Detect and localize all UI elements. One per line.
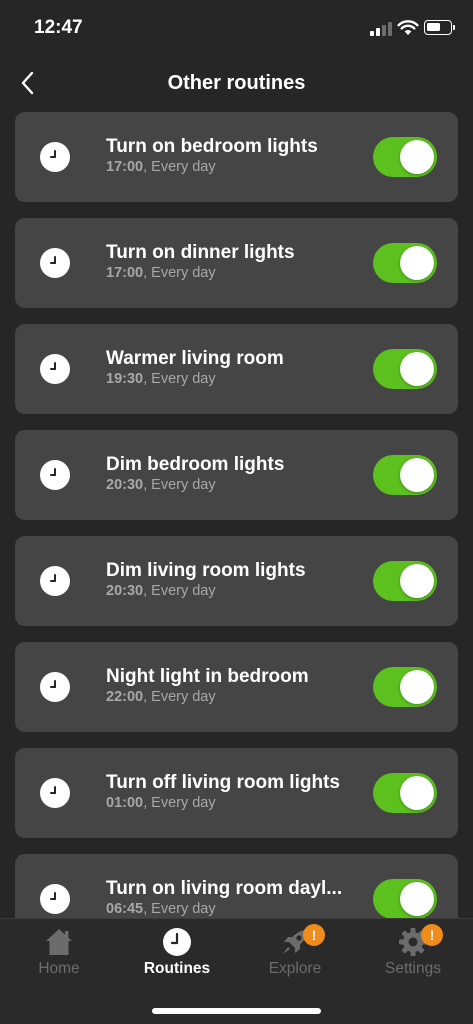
routine-time: 01:00: [106, 795, 144, 811]
tab-label: Explore: [268, 960, 322, 977]
navigation-bar: Other routines: [0, 56, 473, 112]
routine-toggle[interactable]: [373, 455, 437, 495]
routine-name: Turn on bedroom lights: [106, 136, 318, 157]
routine-card[interactable]: Turn on dinner lights 17:00, Every day: [15, 218, 458, 308]
routine-card[interactable]: Dim living room lights 20:30, Every day: [15, 536, 458, 626]
routine-toggle[interactable]: [373, 773, 437, 813]
clock-icon: [40, 354, 70, 384]
page-title: Other routines: [167, 72, 306, 94]
status-time: 12:47: [34, 17, 83, 38]
home-indicator[interactable]: [152, 1008, 321, 1014]
routine-card[interactable]: Dim bedroom lights 20:30, Every day: [15, 430, 458, 520]
routine-time: 17:00: [106, 159, 144, 175]
routine-schedule: 06:45, Every day: [106, 901, 216, 917]
routine-card[interactable]: Turn on living room dayl... 06:45, Every…: [15, 854, 458, 918]
clock-icon: [40, 884, 70, 914]
battery-icon: [424, 20, 455, 35]
routine-repeat: , Every day: [143, 901, 216, 917]
tab-label: Routines: [143, 960, 211, 977]
routine-time: 20:30: [106, 583, 144, 599]
routine-repeat: , Every day: [143, 689, 216, 705]
routine-repeat: , Every day: [143, 159, 216, 175]
routine-schedule: 20:30, Every day: [106, 583, 216, 599]
routine-repeat: , Every day: [143, 477, 216, 493]
routine-toggle[interactable]: [373, 349, 437, 389]
routine-time: 19:30: [106, 371, 144, 387]
notification-badge: !: [421, 924, 443, 946]
tab-routines[interactable]: Routines: [118, 919, 236, 989]
routine-time: 22:00: [106, 689, 144, 705]
clock-icon: [40, 248, 70, 278]
routine-toggle[interactable]: [373, 561, 437, 601]
routine-repeat: , Every day: [143, 265, 216, 281]
toggle-knob: [400, 776, 434, 810]
tab-explore[interactable]: ! Explore: [236, 919, 354, 989]
routine-schedule: 22:00, Every day: [106, 689, 216, 705]
routine-name: Dim bedroom lights: [106, 454, 285, 475]
clock-icon: [40, 142, 70, 172]
routine-card[interactable]: Warmer living room 19:30, Every day: [15, 324, 458, 414]
routine-name: Turn off living room lights: [106, 772, 340, 793]
toggle-knob: [400, 564, 434, 598]
clock-icon: [40, 672, 70, 702]
routine-toggle[interactable]: [373, 879, 437, 918]
routine-toggle[interactable]: [373, 667, 437, 707]
routine-name: Turn on living room dayl...: [106, 878, 343, 899]
routine-time: 06:45: [106, 901, 144, 917]
home-icon: [46, 929, 72, 955]
routine-schedule: 20:30, Every day: [106, 477, 216, 493]
cellular-signal-icon: [370, 22, 392, 36]
routine-name: Turn on dinner lights: [106, 242, 295, 263]
routine-card[interactable]: Night light in bedroom 22:00, Every day: [15, 642, 458, 732]
toggle-knob: [400, 246, 434, 280]
tab-label: Settings: [384, 960, 441, 977]
routine-repeat: , Every day: [143, 371, 216, 387]
routine-schedule: 19:30, Every day: [106, 371, 216, 387]
toggle-knob: [400, 352, 434, 386]
routine-schedule: 17:00, Every day: [106, 265, 216, 281]
routine-repeat: , Every day: [143, 795, 216, 811]
tab-settings[interactable]: ! Settings: [354, 919, 472, 989]
toggle-knob: [400, 140, 434, 174]
routine-schedule: 17:00, Every day: [106, 159, 216, 175]
routine-name: Warmer living room: [106, 348, 284, 369]
routine-schedule: 01:00, Every day: [106, 795, 216, 811]
routine-toggle[interactable]: [373, 137, 437, 177]
routine-toggle[interactable]: [373, 243, 437, 283]
routine-name: Dim living room lights: [106, 560, 306, 581]
tab-home[interactable]: Home: [0, 919, 118, 989]
notification-badge: !: [303, 924, 325, 946]
toggle-knob: [400, 458, 434, 492]
routine-time: 20:30: [106, 477, 144, 493]
clock-icon: [163, 928, 191, 956]
routine-name: Night light in bedroom: [106, 666, 309, 687]
routine-list[interactable]: Turn on bedroom lights 17:00, Every day …: [0, 112, 473, 918]
clock-icon: [40, 460, 70, 490]
toggle-knob: [400, 670, 434, 704]
tab-label: Home: [38, 960, 80, 977]
routine-card[interactable]: Turn off living room lights 01:00, Every…: [15, 748, 458, 838]
battery-level: [427, 23, 440, 31]
toggle-knob: [400, 882, 434, 916]
screen: 12:47 Other routines Turn on bedroom lig…: [0, 0, 473, 1024]
status-bar: 12:47: [0, 0, 473, 56]
wifi-icon: [397, 20, 419, 35]
routine-time: 17:00: [106, 265, 144, 281]
clock-icon: [40, 566, 70, 596]
clock-icon: [40, 778, 70, 808]
routine-card[interactable]: Turn on bedroom lights 17:00, Every day: [15, 112, 458, 202]
routine-repeat: , Every day: [143, 583, 216, 599]
tab-bar: Home Routines ! Explore ! Settings: [0, 918, 473, 1024]
